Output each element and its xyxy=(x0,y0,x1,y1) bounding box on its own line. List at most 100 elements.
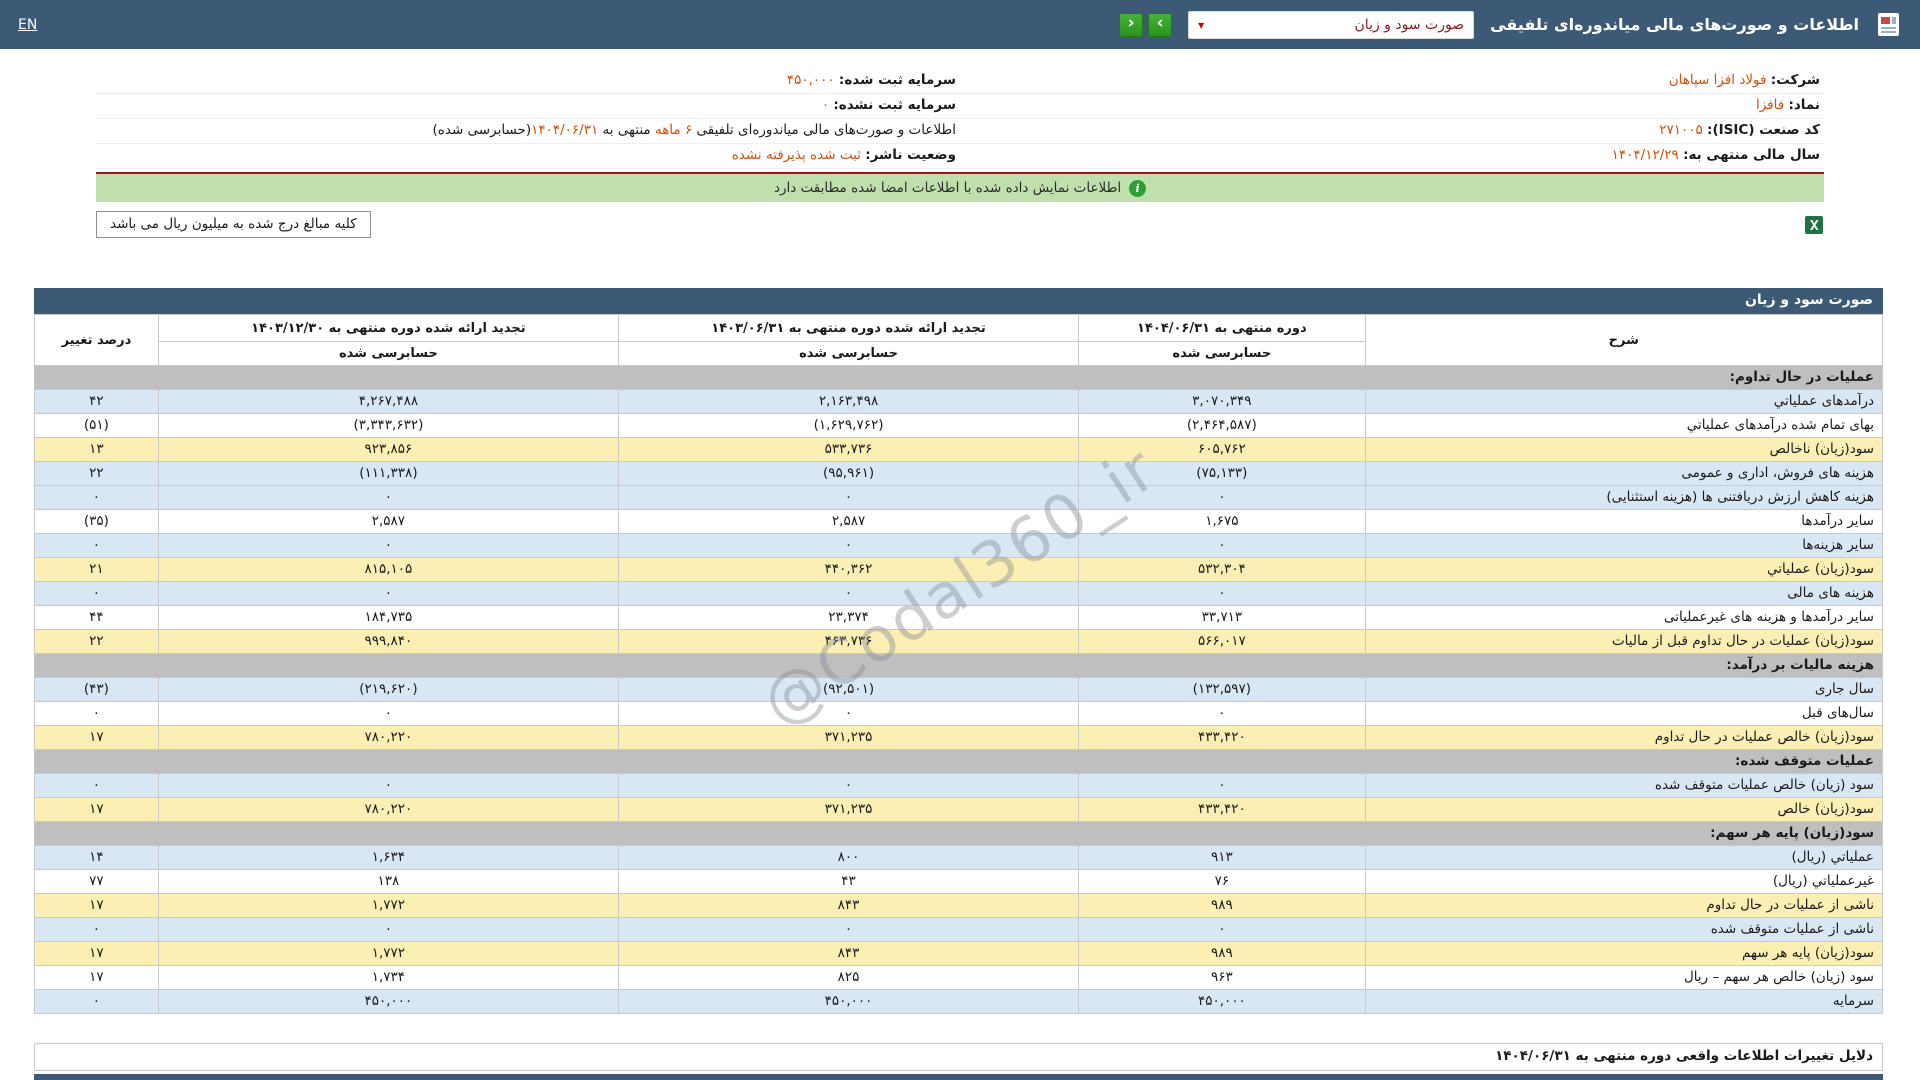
row-value: ۷۸۰,۲۲۰ xyxy=(158,726,618,750)
row-label: درآمدهای عملیاتي xyxy=(1365,390,1882,414)
row-value: ۱۳۸ xyxy=(158,870,618,894)
table-row: سایر هزینه‌ها۰۰۰۰ xyxy=(35,534,1883,558)
row-value: ۰ xyxy=(35,990,159,1014)
row-value: ۰ xyxy=(618,534,1078,558)
row-value: ۹۲۳,۸۵۶ xyxy=(158,438,618,462)
row-label: بهای تمام شده درآمدهای عملیاتي xyxy=(1365,414,1882,438)
row-label: سود(زیان) عملیات در حال تداوم قبل از مال… xyxy=(1365,630,1882,654)
section-row: عملیات متوقف شده: xyxy=(35,750,1883,774)
table-row: سرمایه۴۵۰,۰۰۰۴۵۰,۰۰۰۴۵۰,۰۰۰۰ xyxy=(35,990,1883,1014)
row-value: ۰ xyxy=(618,582,1078,606)
isic-value: ۲۷۱۰۰۵ xyxy=(1659,122,1703,138)
row-label: سود(زیان) خالص xyxy=(1365,798,1882,822)
row-value: ۰ xyxy=(35,702,159,726)
row-value: ۹۸۹ xyxy=(1079,894,1365,918)
excel-export-icon[interactable] xyxy=(1804,215,1824,235)
isic-label: کد صنعت (ISIC): xyxy=(1707,122,1820,138)
row-value: ۰ xyxy=(35,918,159,942)
field-unregistered-capital: سرمایه ثبت نشده: ۰ xyxy=(96,94,960,119)
row-value: ۰ xyxy=(158,774,618,798)
prev-statement-button[interactable]: ‹ xyxy=(1119,13,1143,37)
row-value: ۴۵۰,۰۰۰ xyxy=(618,990,1078,1014)
table-row: غیرعملیاتي (ریال)۷۶۴۳۱۳۸۷۷ xyxy=(35,870,1883,894)
statement-dropdown[interactable]: صورت سود و زیان ▾ xyxy=(1188,11,1474,39)
row-label: سود (زیان) خالص هر سهم – ریال xyxy=(1365,966,1882,990)
row-value: ۰ xyxy=(35,534,159,558)
row-value: ۵۶۶,۰۱۷ xyxy=(1079,630,1365,654)
row-value: ۱۷ xyxy=(35,798,159,822)
symbol-value: فافزا xyxy=(1756,97,1784,113)
publisher-status-label: وضعیت ناشر: xyxy=(865,147,956,163)
period-text: اطلاعات و صورت‌های مالی میاندوره‌ای تلفی… xyxy=(692,122,956,138)
table-row: سود (زیان) خالص عملیات متوقف شده۰۰۰۰ xyxy=(35,774,1883,798)
symbol-label: نماد: xyxy=(1788,97,1820,113)
row-value: ۷۸۰,۲۲۰ xyxy=(158,798,618,822)
row-label: سال‌های قبل xyxy=(1365,702,1882,726)
row-value: (۲۱۹,۶۲۰) xyxy=(158,678,618,702)
section-row: عملیات در حال تداوم: xyxy=(35,366,1883,390)
row-value: (۳,۳۴۳,۶۳۲) xyxy=(158,414,618,438)
row-value: ۱۷ xyxy=(35,894,159,918)
row-value: ۴۴۰,۳۶۲ xyxy=(618,558,1078,582)
reasons-title: دلایل تغییرات اطلاعات واقعی دوره منتهی ب… xyxy=(34,1043,1883,1071)
registered-capital-value: ۴۵۰,۰۰۰ xyxy=(787,72,835,88)
row-value: ۰ xyxy=(158,702,618,726)
row-value: ۴۳۳,۴۲۰ xyxy=(1079,798,1365,822)
row-value: (۹۵,۹۶۱) xyxy=(618,462,1078,486)
statement-nav: › ‹ xyxy=(1119,13,1172,37)
section-row: سود(زیان) پایه هر سهم: xyxy=(35,822,1883,846)
row-value: ۰ xyxy=(1079,774,1365,798)
row-value: ۳۷۱,۲۳۵ xyxy=(618,726,1078,750)
row-label: ناشی از عملیات در حال تداوم xyxy=(1365,894,1882,918)
row-value: ۹۶۳ xyxy=(1079,966,1365,990)
table-row: هزینه های فروش، اداری و عمومی(۷۵,۱۳۳)(۹۵… xyxy=(35,462,1883,486)
income-statement-body: عملیات در حال تداوم:درآمدهای عملیاتي۳,۰۷… xyxy=(35,366,1883,1014)
field-company: شرکت: فولاد افزا سپاهان xyxy=(960,69,1824,94)
field-report-period: اطلاعات و صورت‌های مالی میاندوره‌ای تلفی… xyxy=(96,119,960,144)
income-statement-table: شرح دوره منتهی به ۱۴۰۴/۰۶/۳۱ تجدید ارائه… xyxy=(34,314,1883,1014)
section-label: عملیات متوقف شده: xyxy=(35,750,1883,774)
row-label: سرمایه xyxy=(1365,990,1882,1014)
row-value: ۰ xyxy=(618,486,1078,510)
col-header-description: شرح xyxy=(1365,315,1882,366)
row-value: ۵۳۳,۷۳۶ xyxy=(618,438,1078,462)
row-value: ۶۰۵,۷۶۲ xyxy=(1079,438,1365,462)
row-value: ۱۴ xyxy=(35,846,159,870)
row-value: ۱۸۴,۷۳۵ xyxy=(158,606,618,630)
info-row: سال مالی منتهی به: ۱۴۰۴/۱۲/۲۹ وضعیت ناشر… xyxy=(96,144,1824,169)
chevron-down-icon: ▾ xyxy=(1198,19,1204,31)
info-icon: i xyxy=(1129,180,1146,197)
row-value: ۴,۲۶۷,۴۸۸ xyxy=(158,390,618,414)
period-text: منتهی به xyxy=(598,122,655,138)
row-value: ۹۸۹ xyxy=(1079,942,1365,966)
row-value: ۸۴۳ xyxy=(618,942,1078,966)
language-toggle-en[interactable]: EN xyxy=(18,17,37,33)
company-info-section: شرکت: فولاد افزا سپاهان سرمایه ثبت شده: … xyxy=(96,69,1824,238)
table-row: سایر درآمدها و هزینه های غیرعملیاتی۳۳,۷۱… xyxy=(35,606,1883,630)
report-icon xyxy=(1875,11,1902,38)
row-value: ۸۱۵,۱۰۵ xyxy=(158,558,618,582)
row-label: عملیاتي (ریال) xyxy=(1365,846,1882,870)
field-registered-capital: سرمایه ثبت شده: ۴۵۰,۰۰۰ xyxy=(96,69,960,94)
row-value: ۴۶۳,۷۳۶ xyxy=(618,630,1078,654)
row-value: ۰ xyxy=(1079,702,1365,726)
row-label: هزینه کاهش ارزش دریافتنی ها (هزینه استثن… xyxy=(1365,486,1882,510)
table-row: سود(زیان) ناخالص۶۰۵,۷۶۲۵۳۳,۷۳۶۹۲۳,۸۵۶۱۳ xyxy=(35,438,1883,462)
row-label: هزینه های فروش، اداری و عمومی xyxy=(1365,462,1882,486)
row-value: (۴۳) xyxy=(35,678,159,702)
row-label: سود (زیان) خالص عملیات متوقف شده xyxy=(1365,774,1882,798)
next-statement-button[interactable]: › xyxy=(1148,13,1172,37)
tools-row: کلیه مبالغ درج شده به میلیون ریال می باش… xyxy=(96,211,1824,238)
row-value: (۷۵,۱۳۳) xyxy=(1079,462,1365,486)
col-header-period-restated-mid: تجدید ارائه شده دوره منتهی به ۱۴۰۳/۰۶/۳۱ xyxy=(618,315,1078,342)
row-label: سود(زیان) عملیاتي xyxy=(1365,558,1882,582)
table-row: سال‌های قبل۰۰۰۰ xyxy=(35,702,1883,726)
row-label: سود(زیان) پایه هر سهم xyxy=(1365,942,1882,966)
row-value: ۲۲ xyxy=(35,462,159,486)
col-header-change-percent: درصد تغییر xyxy=(35,315,159,366)
row-value: (۱۳۲,۵۹۷) xyxy=(1079,678,1365,702)
period-length: ۶ ماهه xyxy=(655,122,692,138)
row-value: ۴۵۰,۰۰۰ xyxy=(158,990,618,1014)
row-value: ۲۲ xyxy=(35,630,159,654)
row-label: غیرعملیاتي (ریال) xyxy=(1365,870,1882,894)
